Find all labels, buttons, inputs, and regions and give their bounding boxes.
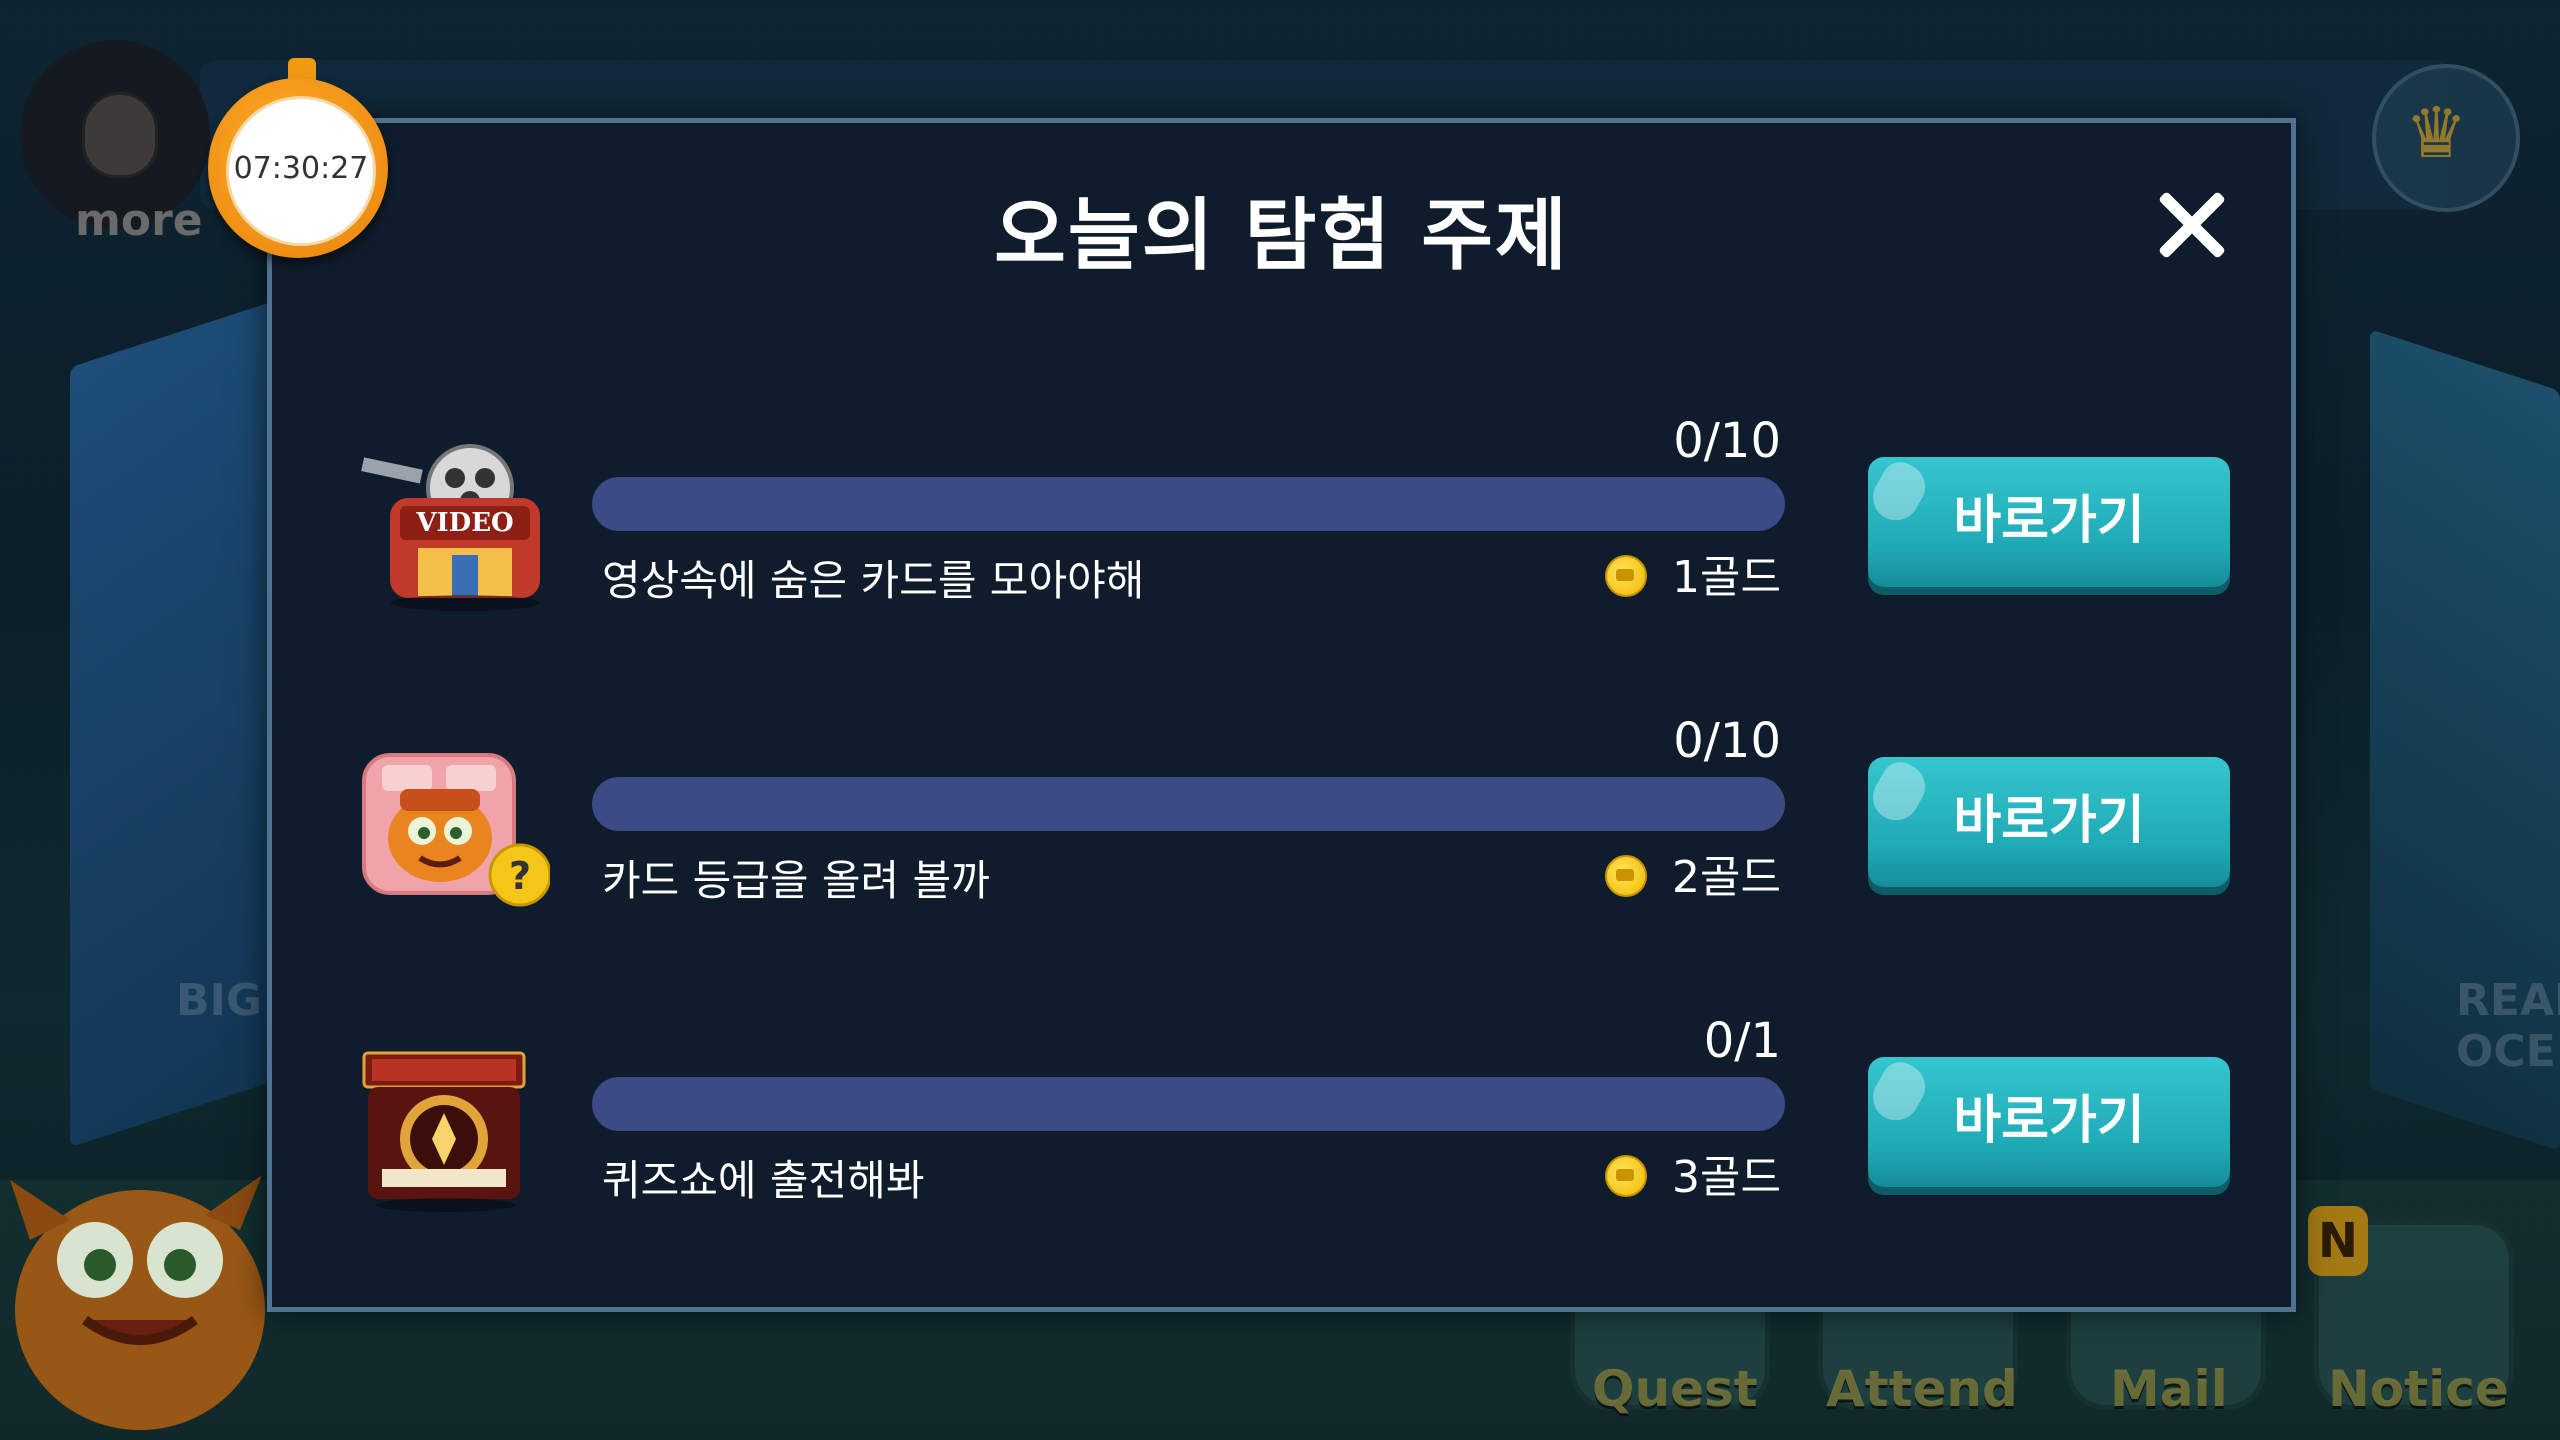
avatar-more-label: more <box>75 195 203 246</box>
bg-menu-label: BIG <box>176 975 263 1026</box>
close-icon[interactable] <box>2142 175 2242 275</box>
quest-description: 카드 등급을 올려 볼까 <box>602 856 990 905</box>
reward-amount: 3골드 <box>1672 1152 1781 1203</box>
wordcard-monster-icon: ? <box>362 753 550 907</box>
crown-icon: ♛ <box>2405 92 2468 174</box>
stopwatch-icon: 07:30:27 <box>208 78 388 258</box>
progress-bar <box>592 777 1785 831</box>
svg-text:?: ? <box>509 854 531 898</box>
progress-bar <box>592 1077 1785 1131</box>
go-button[interactable]: 바로가기 <box>1868 757 2230 887</box>
progress-count: 0/10 <box>1673 413 1781 469</box>
go-button[interactable]: 바로가기 <box>1868 1057 2230 1187</box>
gold-coin-icon <box>1605 555 1647 597</box>
quest-row: VIDEO 0/10 영상속에 숨은 카드를 모아야해 1골드 바로가기 <box>272 413 2291 653</box>
timer-face: 07:30:27 <box>226 96 376 246</box>
gold-coin-icon <box>1605 855 1647 897</box>
avatar-more-button[interactable]: more <box>20 40 210 246</box>
svg-text:VIDEO: VIDEO <box>415 508 513 538</box>
bg-menu-label: REAL OCE <box>2456 975 2560 1077</box>
timer-text: 07:30:27 <box>233 151 369 186</box>
notice-nav-label: Notice <box>2328 1360 2509 1418</box>
monster-mascot-icon <box>10 1175 265 1430</box>
go-button[interactable]: 바로가기 <box>1868 457 2230 587</box>
mail-nav-label: Mail <box>2110 1360 2228 1418</box>
progress-bar <box>592 477 1785 531</box>
video-theater-icon: VIDEO <box>361 444 540 611</box>
reward-amount: 2골드 <box>1672 852 1781 903</box>
attend-nav-label: Attend <box>1826 1360 2018 1418</box>
reward-amount: 1골드 <box>1672 552 1781 603</box>
quest-description: 퀴즈쇼에 출전해봐 <box>602 1156 925 1205</box>
avatar-icon <box>82 92 158 178</box>
quiz-show-icon <box>362 1051 526 1212</box>
daily-quest-modal: 오늘의 탐험 주제 VIDEO 0/10 영상속에 숨은 카드를 모아야해 1골… <box>267 118 2296 1312</box>
notice-new-badge: N <box>2308 1206 2368 1276</box>
modal-title: 오늘의 탐험 주제 <box>994 191 1569 281</box>
gold-coin-icon <box>1605 1155 1647 1197</box>
quest-nav-label: Quest <box>1592 1360 1758 1418</box>
progress-count: 0/10 <box>1673 713 1781 769</box>
quest-description: 영상속에 숨은 카드를 모아야해 <box>602 556 1145 605</box>
quest-row: 0/1 퀴즈쇼에 출전해봐 3골드 바로가기 <box>272 1013 2291 1253</box>
progress-count: 0/1 <box>1703 1013 1781 1069</box>
quest-row: ? 0/10 카드 등급을 올려 볼까 2골드 바로가기 <box>272 713 2291 953</box>
